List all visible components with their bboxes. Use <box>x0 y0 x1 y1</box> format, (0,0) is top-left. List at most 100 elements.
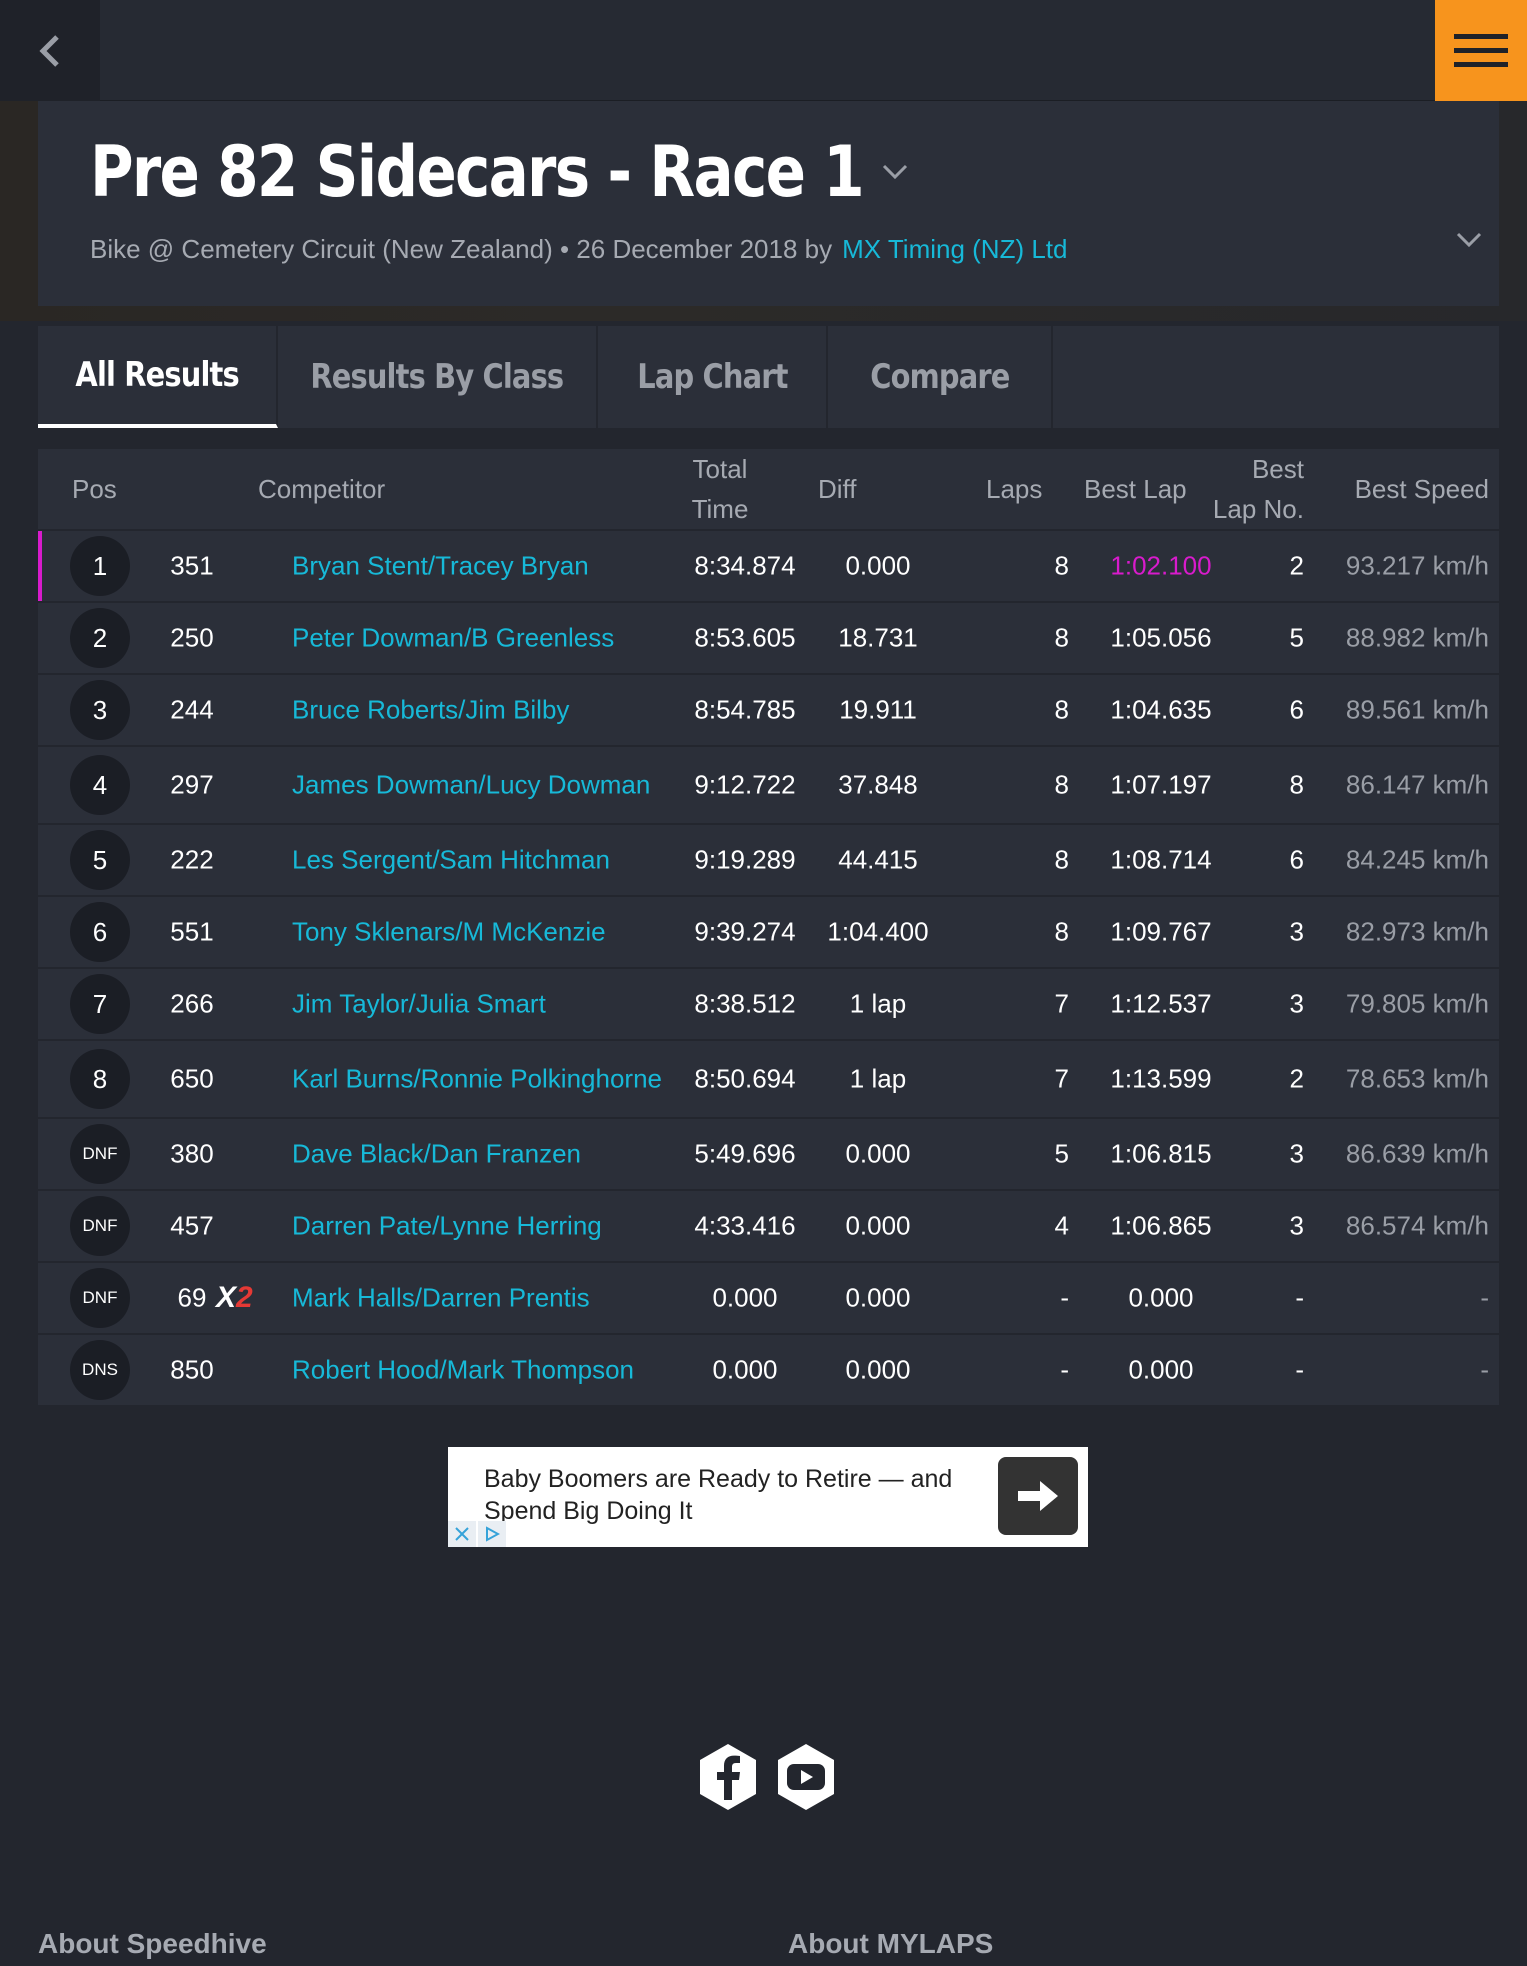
back-button[interactable] <box>0 0 100 101</box>
footer-about-mylaps[interactable]: About MYLAPS <box>788 1928 993 1960</box>
best-speed: 79.805 km/h <box>1345 988 1489 1019</box>
laps: - <box>1060 1282 1069 1313</box>
col-competitor[interactable]: Competitor <box>258 469 385 509</box>
advertisement[interactable]: Baby Boomers are Ready to Retire — and S… <box>448 1447 1088 1547</box>
expand-chevron-icon[interactable] <box>1455 231 1483 249</box>
position-badge: 1 <box>70 536 130 596</box>
best-lap-no: 3 <box>1289 916 1304 947</box>
best-lap-no: 6 <box>1289 844 1304 875</box>
ad-arrow-button[interactable] <box>998 1457 1078 1535</box>
laps: 8 <box>1054 550 1069 581</box>
col-laps[interactable]: Laps <box>986 469 1042 509</box>
best-speed: 86.639 km/h <box>1345 1138 1489 1169</box>
race-number: 250 <box>170 622 214 653</box>
best-lap-no: - <box>1295 1282 1304 1313</box>
col-pos[interactable]: Pos <box>72 469 117 509</box>
laps: 8 <box>1054 844 1069 875</box>
best-lap: 1:06.815 <box>1110 1138 1212 1169</box>
position-badge: 3 <box>70 680 130 740</box>
table-row[interactable]: 3 244 Bruce Roberts/Jim Bilby 8:54.785 19.91… <box>38 675 1499 747</box>
position-badge: 4 <box>70 755 130 815</box>
youtube-icon[interactable] <box>774 1742 838 1812</box>
best-lap: 0.000 <box>1128 1282 1194 1313</box>
table-row[interactable]: 1 351 Bryan Stent/Tracey Bryan 8:34.874 0.00… <box>38 531 1499 603</box>
best-lap-no: 3 <box>1289 1210 1304 1241</box>
ad-close-button[interactable] <box>448 1521 476 1547</box>
organizer-link[interactable]: MX Timing (NZ) Ltd <box>842 234 1067 264</box>
best-speed: 84.245 km/h <box>1345 844 1489 875</box>
table-row[interactable]: 7 266 Jim Taylor/Julia Smart 8:38.512 1 lap 7… <box>38 969 1499 1041</box>
chevron-down-icon[interactable] <box>881 163 909 181</box>
competitor-link[interactable]: Tony Sklenars/M McKenzie <box>292 913 672 952</box>
race-number: 266 <box>170 988 214 1019</box>
table-row[interactable]: DNF 69 X2 Mark Halls/Darren Prentis 0.000 0.0… <box>38 1263 1499 1335</box>
table-row[interactable]: DNS 850 Robert Hood/Mark Thompson 0.000 0.00… <box>38 1335 1499 1407</box>
footer-about-speedhive[interactable]: About Speedhive <box>38 1928 267 1960</box>
race-number: 551 <box>170 916 214 947</box>
diff: 44.415 <box>838 844 918 875</box>
page-title: Pre 82 Sidecars - Race 1 <box>90 131 865 213</box>
laps: 7 <box>1054 988 1069 1019</box>
table-row[interactable]: DNF 457 Darren Pate/Lynne Herring 4:33.416 0… <box>38 1191 1499 1263</box>
laps: 4 <box>1054 1210 1069 1241</box>
diff: 0.000 <box>845 1282 911 1313</box>
competitor-link[interactable]: Peter Dowman/B Greenless <box>292 619 672 658</box>
competitor-link[interactable]: Bryan Stent/Tracey Bryan <box>292 547 672 586</box>
top-bar <box>0 0 1527 101</box>
best-lap: 1:12.537 <box>1110 988 1212 1019</box>
table-row[interactable]: 2 250 Peter Dowman/B Greenless 8:53.605 18.7… <box>38 603 1499 675</box>
competitor-link[interactable]: James Dowman/Lucy Dowman <box>292 766 672 805</box>
diff: 1:04.400 <box>827 916 929 947</box>
adchoices-icon <box>486 1526 500 1542</box>
table-row[interactable]: 6 551 Tony Sklenars/M McKenzie 9:39.274 1:04… <box>38 897 1499 969</box>
competitor-link[interactable]: Mark Halls/Darren Prentis <box>292 1279 672 1318</box>
laps: 5 <box>1054 1138 1069 1169</box>
col-best-speed[interactable]: Best Speed <box>1355 469 1489 509</box>
laps: 8 <box>1054 769 1069 800</box>
best-lap: 1:02.100 <box>1110 550 1212 581</box>
competitor-link[interactable]: Robert Hood/Mark Thompson <box>292 1351 672 1390</box>
ad-info-button[interactable] <box>478 1521 506 1547</box>
position-badge: DNF <box>70 1268 130 1328</box>
competitor-link[interactable]: Bruce Roberts/Jim Bilby <box>292 691 672 730</box>
col-best-lap[interactable]: Best Lap <box>1084 469 1187 509</box>
facebook-icon[interactable] <box>696 1742 760 1812</box>
race-number: 380 <box>170 1138 214 1169</box>
table-row[interactable]: DNF 380 Dave Black/Dan Franzen 5:49.696 0.00… <box>38 1119 1499 1191</box>
competitor-link[interactable]: Karl Burns/Ronnie Polkinghorne <box>292 1060 672 1099</box>
best-lap: 1:05.056 <box>1110 622 1212 653</box>
table-row[interactable]: 5 222 Les Sergent/Sam Hitchman 9:19.289 44.4… <box>38 825 1499 897</box>
best-lap-no: 5 <box>1289 622 1304 653</box>
competitor-link[interactable]: Jim Taylor/Julia Smart <box>292 985 672 1024</box>
best-lap-no: - <box>1295 1354 1304 1385</box>
best-speed: - <box>1480 1282 1489 1313</box>
table-row[interactable]: 4 297 James Dowman/Lucy Dowman 9:12.722 37.8… <box>38 747 1499 825</box>
diff: 1 lap <box>849 1063 907 1094</box>
tab-all-results[interactable]: All Results <box>38 326 278 428</box>
table-row[interactable]: 8 650 Karl Burns/Ronnie Polkinghorne 8:50.6… <box>38 1041 1499 1119</box>
col-diff[interactable]: Diff <box>818 469 857 509</box>
tab-lap-chart[interactable]: Lap Chart <box>598 326 828 428</box>
menu-button[interactable] <box>1435 0 1527 101</box>
total-time: 8:50.694 <box>694 1063 796 1094</box>
best-speed: 88.982 km/h <box>1345 622 1489 653</box>
best-lap: 1:08.714 <box>1110 844 1212 875</box>
tab-compare[interactable]: Compare <box>828 326 1053 428</box>
race-number: 457 <box>170 1210 214 1241</box>
best-lap: 1:07.197 <box>1110 769 1212 800</box>
best-speed: 93.217 km/h <box>1345 550 1489 581</box>
best-lap-no: 8 <box>1289 769 1304 800</box>
competitor-link[interactable]: Dave Black/Dan Franzen <box>292 1135 672 1174</box>
col-total-time[interactable]: Total Time <box>670 449 770 529</box>
best-lap-no: 6 <box>1289 694 1304 725</box>
race-number: 351 <box>170 550 214 581</box>
col-best-lap-no[interactable]: Best Lap No. <box>1198 449 1304 529</box>
best-lap-no: 2 <box>1289 550 1304 581</box>
tab-results-by-class[interactable]: Results By Class <box>278 326 598 428</box>
position-badge: 8 <box>70 1049 130 1109</box>
chevron-left-icon <box>39 34 59 67</box>
best-speed: 86.147 km/h <box>1345 769 1489 800</box>
competitor-link[interactable]: Darren Pate/Lynne Herring <box>292 1207 672 1246</box>
social-links <box>696 1742 838 1812</box>
competitor-link[interactable]: Les Sergent/Sam Hitchman <box>292 841 672 880</box>
